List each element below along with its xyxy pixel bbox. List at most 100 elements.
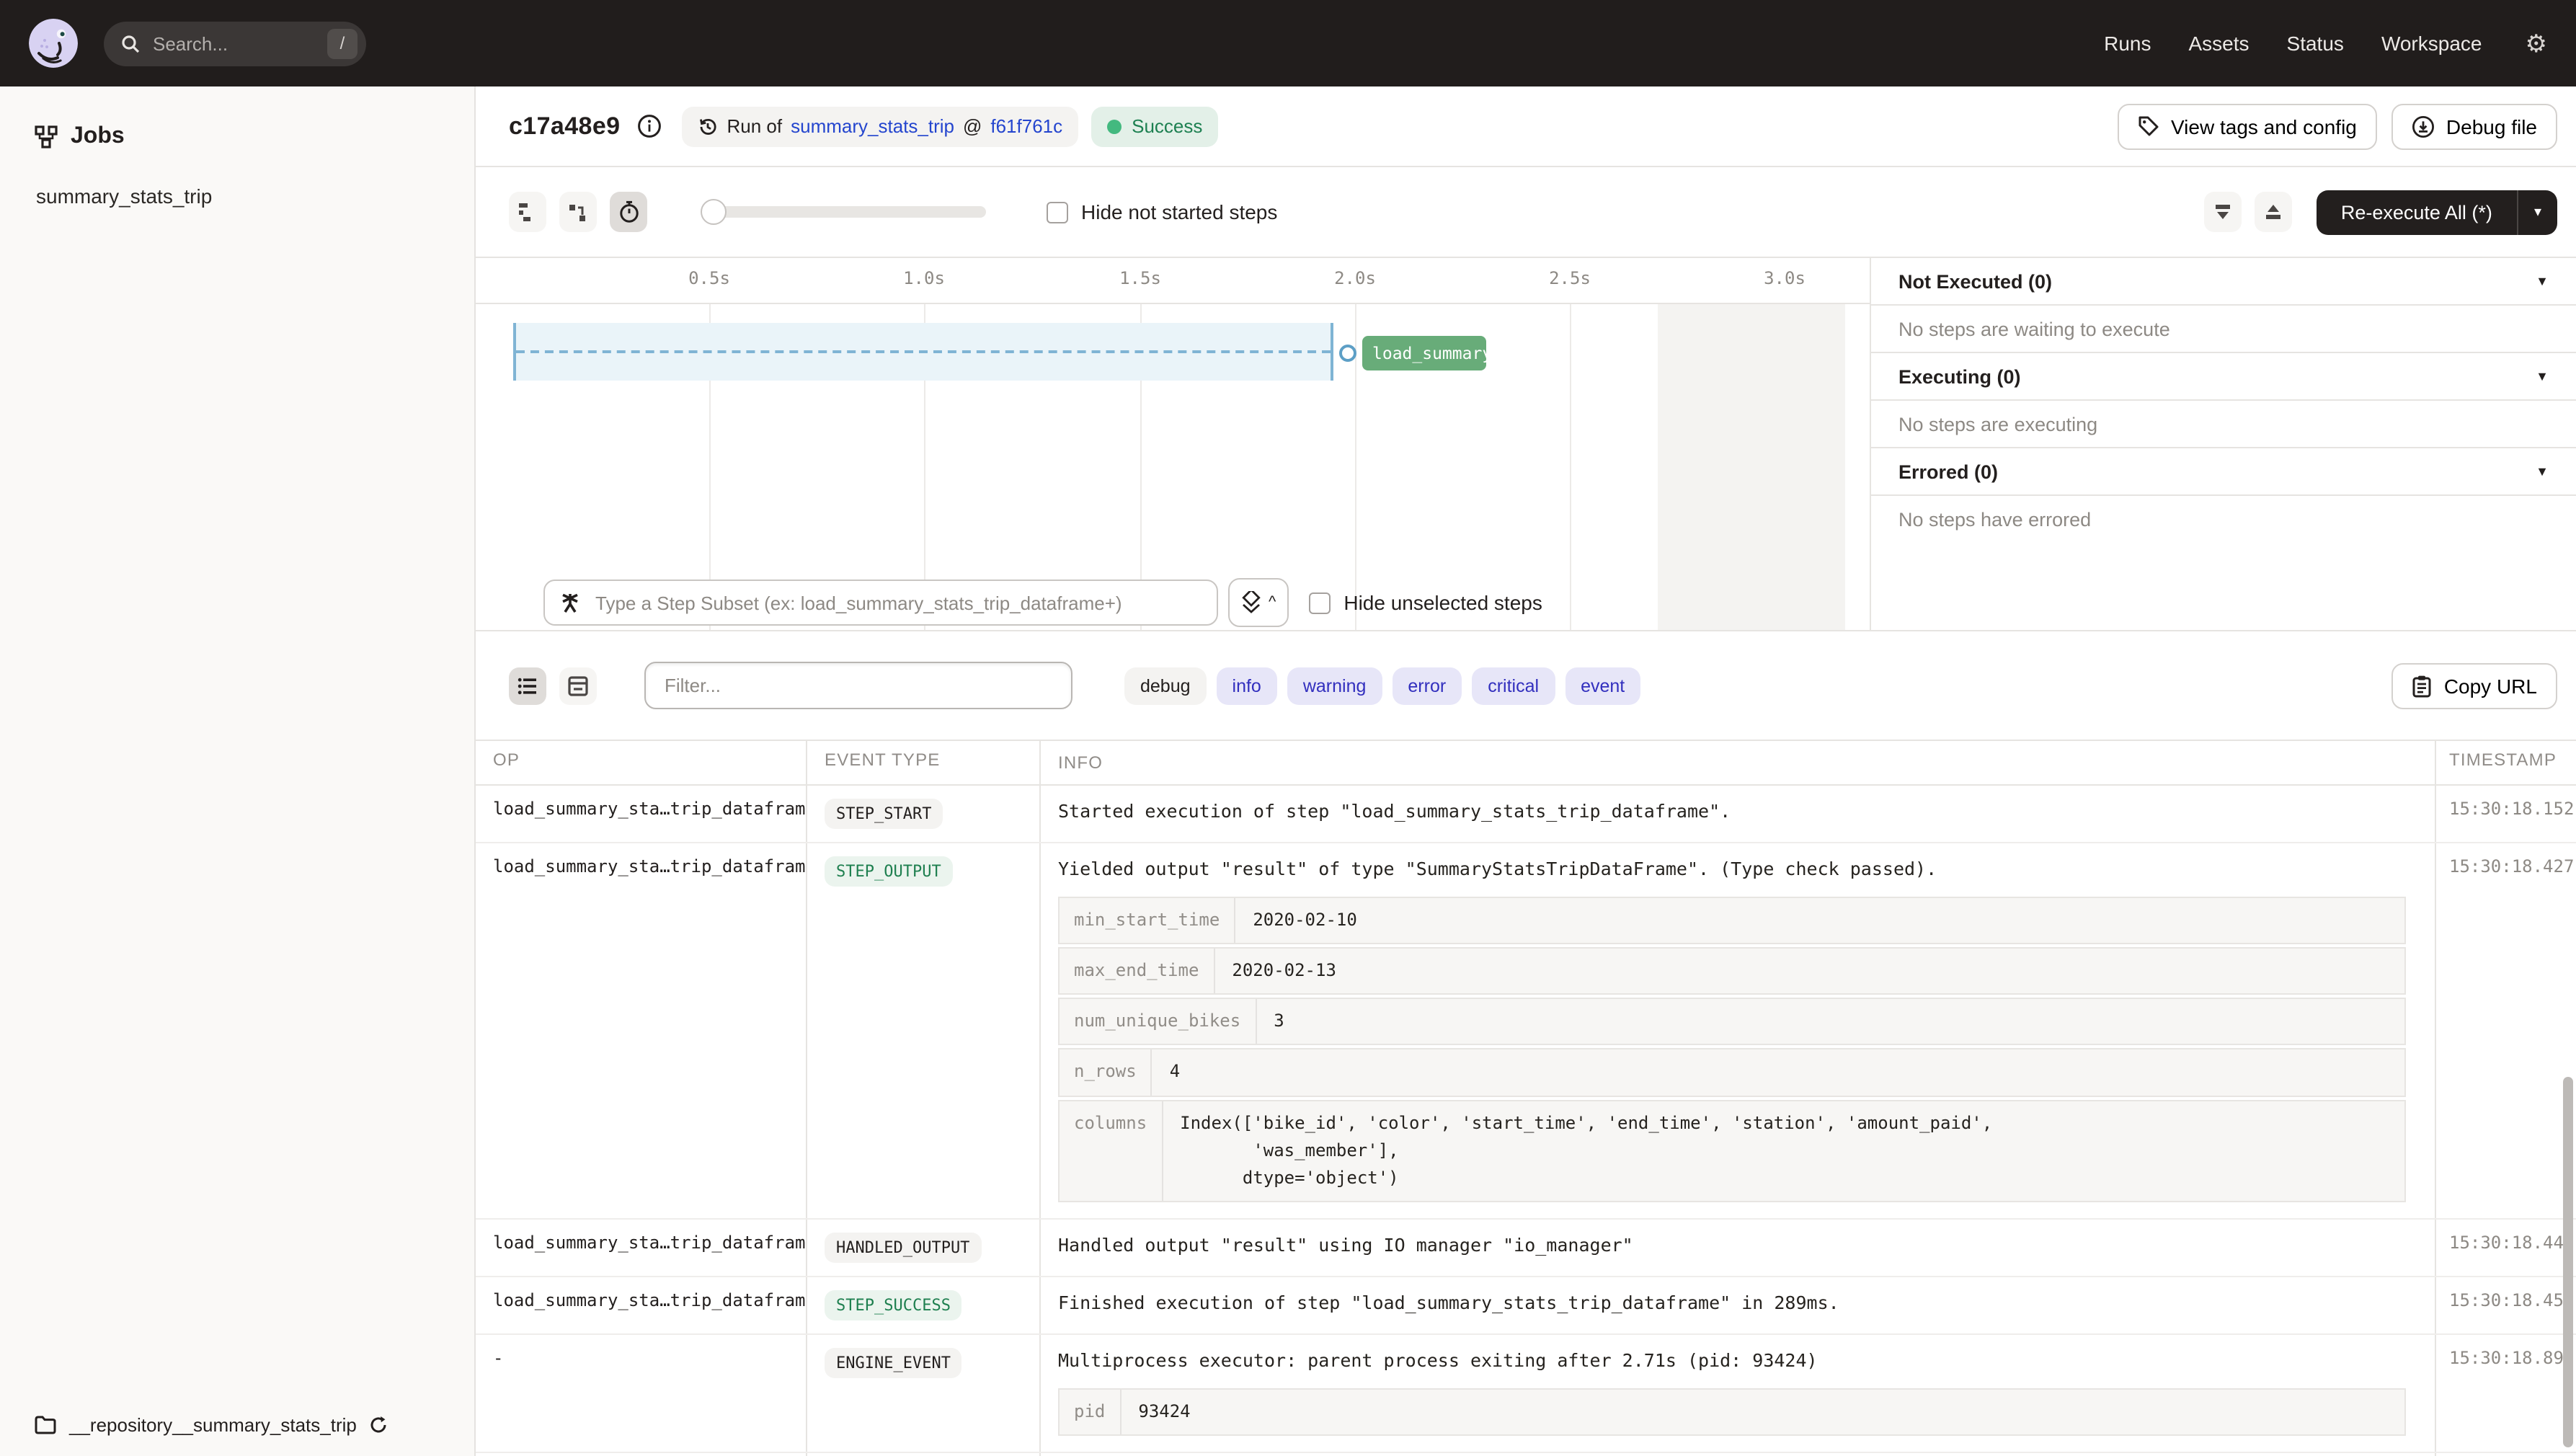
status-dot <box>1107 119 1122 133</box>
debug-file-button[interactable]: Debug file <box>2391 103 2557 149</box>
hide-not-started-checkbox-row: Hide not started steps <box>1047 200 1277 223</box>
level-chip-event[interactable]: event <box>1565 667 1640 704</box>
col-header-info: INFO <box>1041 741 2436 784</box>
log-timestamp[interactable]: 15:30:18.895 <box>2436 1335 2576 1452</box>
nav-link-workspace[interactable]: Workspace <box>2381 32 2482 55</box>
dagster-logo-icon[interactable] <box>29 19 78 68</box>
copy-url-button[interactable]: Copy URL <box>2392 662 2557 709</box>
run-id: c17a48e9 <box>509 112 621 141</box>
step-subset-row: ^ Hide unselected steps <box>543 578 1542 627</box>
hide-not-started-checkbox[interactable] <box>1047 201 1068 223</box>
repository-row[interactable]: __repository__summary_stats_trip <box>35 1414 388 1436</box>
log-view-structured-button[interactable] <box>559 667 597 704</box>
nav-link-runs[interactable]: Runs <box>2104 32 2151 55</box>
layers-icon <box>1241 591 1261 614</box>
panel-section-not-executed[interactable]: Not Executed (0) ▼ <box>1871 258 2576 306</box>
log-table: OP EVENT TYPE INFO TIMESTAMP load_summar… <box>476 740 2576 1456</box>
step-start-marker <box>1339 345 1356 362</box>
run-status-badge: Success <box>1091 106 1218 146</box>
run-header: c17a48e9 Run of summary_stats_t <box>476 86 2576 167</box>
view-tags-config-button[interactable]: View tags and config <box>2118 103 2377 149</box>
jobs-icon <box>35 125 58 148</box>
col-header-op: OP <box>476 741 807 784</box>
run-of-pill: Run of summary_stats_trip @ f61f761c <box>683 106 1079 146</box>
global-search-input[interactable]: Search... / <box>104 21 366 66</box>
log-row[interactable]: load_summary_sta…trip_dataframe STEP_STA… <box>476 786 2576 843</box>
tag-icon <box>2138 115 2159 137</box>
run-of-label: Run of <box>727 115 783 137</box>
op-selector-icon <box>559 592 581 613</box>
pipeline-link[interactable]: summary_stats_trip <box>791 115 954 137</box>
step-subset-input-wrap <box>543 580 1218 626</box>
dagster-run-page: Search... / Runs Assets Status Workspace… <box>0 0 2576 1456</box>
log-row[interactable]: load_summary_sta…trip_dataframe STEP_OUT… <box>476 843 2576 1220</box>
log-row[interactable]: load_summary_sta…trip_dataframe HANDLED_… <box>476 1220 2576 1277</box>
reexecute-dropdown-caret[interactable]: ▾ <box>2517 190 2557 234</box>
step-status-panel: Not Executed (0) ▼ No steps are waiting … <box>1871 258 2576 630</box>
event-type-chip: HANDLED_OUTPUT <box>825 1233 981 1263</box>
snapshot-link[interactable]: f61f761c <box>990 115 1062 137</box>
view-mode-timed-button[interactable] <box>610 192 647 232</box>
event-type-chip: STEP_OUTPUT <box>825 856 953 887</box>
top-nav: Search... / Runs Assets Status Workspace… <box>0 0 2576 86</box>
download-icon <box>2412 115 2435 138</box>
gantt-out-of-range-zone <box>1658 304 1845 630</box>
gantt-grid: load_summary… <box>476 304 1870 630</box>
log-timestamp[interactable]: 15:30:18.152 <box>2436 786 2576 842</box>
run-info-icon[interactable] <box>638 114 662 138</box>
level-chip-warning[interactable]: warning <box>1287 667 1382 704</box>
log-toolbar: debug info warning error critical event <box>476 631 2576 740</box>
run-main: c17a48e9 Run of summary_stats_t <box>476 86 2576 1456</box>
nav-links: Runs Assets Status Workspace ⚙ <box>2104 31 2547 56</box>
col-header-timestamp: TIMESTAMP <box>2436 741 2576 784</box>
log-timestamp[interactable]: 15:30:18.451 <box>2436 1277 2576 1333</box>
reload-icon[interactable] <box>370 1416 388 1434</box>
log-timestamp[interactable]: 15:30:18.427 <box>2436 843 2576 1218</box>
hide-unselected-checkbox-row: Hide unselected steps <box>1309 591 1542 614</box>
view-mode-waterfall-button[interactable] <box>559 192 597 232</box>
nav-link-assets[interactable]: Assets <box>2189 32 2249 55</box>
search-icon <box>121 34 140 53</box>
reexecute-split-button: Re-execute All (*) ▾ <box>2317 190 2557 234</box>
panel-empty-not-executed: No steps are waiting to execute <box>1871 306 2576 353</box>
log-row[interactable]: load_summary_sta…trip_dataframe STEP_SUC… <box>476 1277 2576 1335</box>
chevron-down-icon: ▼ <box>2536 464 2549 479</box>
level-chip-critical[interactable]: critical <box>1472 667 1555 704</box>
log-view-list-button[interactable] <box>509 667 546 704</box>
graph-query-toggle-button[interactable]: ^ <box>1228 578 1289 627</box>
log-row[interactable]: - RUN_SUCCESS Finished execution of run … <box>476 1453 2576 1456</box>
jump-to-bottom-button[interactable] <box>2204 192 2242 232</box>
gantt-chart: 0.5s 1.0s 1.5s 2.0s 2.5s 3.0s <box>476 258 1871 630</box>
nav-link-status[interactable]: Status <box>2287 32 2344 55</box>
gantt-toolbar: Hide not started steps Re-execute All (*… <box>476 167 2576 258</box>
clipboard-icon <box>2412 674 2433 697</box>
log-row[interactable]: - ENGINE_EVENT Multiprocess executor: pa… <box>476 1335 2576 1453</box>
event-type-chip: STEP_SUCCESS <box>825 1290 962 1320</box>
log-timestamp[interactable]: 15:30:18.904 <box>2436 1453 2576 1456</box>
gantt-step-chip[interactable]: load_summary… <box>1362 336 1486 370</box>
log-level-filters: debug info warning error critical event <box>1124 667 1640 704</box>
event-type-chip: ENGINE_EVENT <box>825 1348 962 1378</box>
vertical-scrollbar-thumb[interactable] <box>2563 1077 2573 1447</box>
level-chip-debug[interactable]: debug <box>1124 667 1207 704</box>
engine-metadata-table: pid93424 <box>1058 1388 2406 1436</box>
gantt-zoom-slider[interactable] <box>703 206 986 218</box>
level-chip-info[interactable]: info <box>1217 667 1277 704</box>
jump-to-top-button[interactable] <box>2255 192 2292 232</box>
panel-section-executing[interactable]: Executing (0) ▼ <box>1871 353 2576 401</box>
step-waiting-dashed-line <box>516 350 1331 353</box>
view-mode-flat-button[interactable] <box>509 192 546 232</box>
log-timestamp[interactable]: 15:30:18.442 <box>2436 1220 2576 1276</box>
hide-unselected-checkbox[interactable] <box>1309 592 1331 613</box>
log-filter-input-wrap <box>644 662 1072 709</box>
reexecute-all-button[interactable]: Re-execute All (*) <box>2317 190 2517 234</box>
sidebar-jobs-header: Jobs <box>0 86 474 150</box>
log-filter-input[interactable] <box>662 673 1055 698</box>
slider-thumb[interactable] <box>701 199 727 225</box>
step-subset-input[interactable] <box>592 590 1202 615</box>
settings-gear-icon[interactable]: ⚙ <box>2526 31 2548 56</box>
sidebar-item-job[interactable]: summary_stats_trip <box>0 150 474 208</box>
level-chip-error[interactable]: error <box>1392 667 1462 704</box>
panel-section-errored[interactable]: Errored (0) ▼ <box>1871 448 2576 496</box>
search-placeholder: Search... <box>153 32 327 54</box>
